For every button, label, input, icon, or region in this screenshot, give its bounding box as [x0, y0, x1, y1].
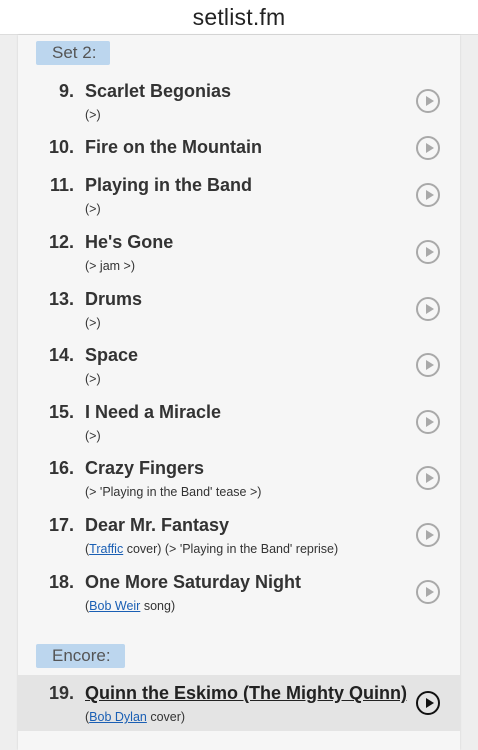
song-note: (>) — [85, 429, 101, 443]
play-icon[interactable] — [416, 466, 440, 490]
play-icon[interactable] — [416, 410, 440, 434]
song-row-10: 10. Fire on the Mountain — [18, 136, 460, 167]
note-suffix: cover) (> 'Playing in the Band' reprise) — [123, 542, 339, 556]
song-row-11: 11. Playing in the Band (>) — [18, 175, 460, 225]
song-title[interactable]: Quinn the Eskimo (The Mighty Quinn) — [85, 683, 407, 704]
play-icon[interactable] — [416, 523, 440, 547]
set-2-label: Set 2: — [36, 41, 111, 65]
song-title[interactable]: He's Gone — [85, 232, 173, 253]
song-number: 13. — [48, 289, 74, 309]
song-note: (Bob Weir song) — [85, 599, 175, 613]
song-number: 9. — [58, 81, 74, 101]
note-suffix: cover) — [146, 710, 186, 724]
song-title[interactable]: Space — [85, 345, 138, 366]
song-number: 12. — [48, 232, 74, 252]
song-note: (> jam >) — [85, 259, 136, 273]
encore-label: Encore: — [36, 644, 125, 668]
play-icon[interactable] — [416, 691, 440, 715]
play-icon[interactable] — [416, 580, 440, 604]
song-title[interactable]: One More Saturday Night — [85, 572, 301, 593]
play-icon[interactable] — [416, 183, 440, 207]
song-number: 10. — [48, 137, 74, 157]
artist-link[interactable]: Bob Weir — [89, 599, 140, 613]
song-row-17: 17. Dear Mr. Fantasy (Traffic cover) (> … — [18, 515, 460, 565]
song-number: 11. — [49, 175, 74, 195]
song-row-19: 19. Quinn the Eskimo (The Mighty Quinn) … — [18, 675, 460, 731]
top-bar: setlist.fm — [0, 0, 478, 35]
song-note: (>) — [85, 108, 101, 122]
play-icon[interactable] — [416, 136, 440, 160]
song-number: 14. — [48, 345, 74, 365]
song-row-15: 15. I Need a Miracle (>) — [18, 402, 460, 452]
song-number: 15. — [48, 402, 74, 422]
song-row-13: 13. Drums (>) — [18, 289, 460, 339]
song-title[interactable]: I Need a Miracle — [85, 402, 221, 423]
song-row-9: 9. Scarlet Begonias (>) — [18, 81, 460, 131]
note-suffix: song) — [140, 599, 176, 613]
play-icon[interactable] — [416, 297, 440, 321]
song-note: (Bob Dylan cover) — [85, 710, 185, 724]
song-number: 16. — [48, 458, 74, 478]
artist-link[interactable]: Bob Dylan — [89, 710, 147, 724]
song-number: 19. — [48, 683, 74, 703]
setlist-panel: Set 2: 9. Scarlet Begonias (>) 10. Fire … — [18, 35, 460, 750]
play-icon[interactable] — [416, 240, 440, 264]
play-icon[interactable] — [416, 353, 440, 377]
song-title[interactable]: Fire on the Mountain — [85, 137, 262, 158]
song-row-14: 14. Space (>) — [18, 345, 460, 395]
song-note: (>) — [85, 372, 101, 386]
site-title[interactable]: setlist.fm — [193, 4, 286, 31]
song-row-18: 18. One More Saturday Night (Bob Weir so… — [18, 572, 460, 622]
song-title[interactable]: Crazy Fingers — [85, 458, 204, 479]
song-number: 18. — [48, 572, 74, 592]
artist-link[interactable]: Traffic — [89, 542, 123, 556]
song-note: (>) — [85, 316, 101, 330]
song-note: (>) — [85, 202, 101, 216]
song-row-12: 12. He's Gone (> jam >) — [18, 232, 460, 282]
song-title[interactable]: Drums — [85, 289, 142, 310]
song-number: 17. — [48, 515, 74, 535]
song-title[interactable]: Playing in the Band — [85, 175, 252, 196]
song-row-16: 16. Crazy Fingers (> 'Playing in the Ban… — [18, 458, 460, 508]
song-note: (Traffic cover) (> 'Playing in the Band'… — [85, 542, 338, 556]
song-note: (> 'Playing in the Band' tease >) — [85, 485, 262, 499]
song-title[interactable]: Scarlet Begonias — [85, 81, 231, 102]
song-title[interactable]: Dear Mr. Fantasy — [85, 515, 229, 536]
play-icon[interactable] — [416, 89, 440, 113]
